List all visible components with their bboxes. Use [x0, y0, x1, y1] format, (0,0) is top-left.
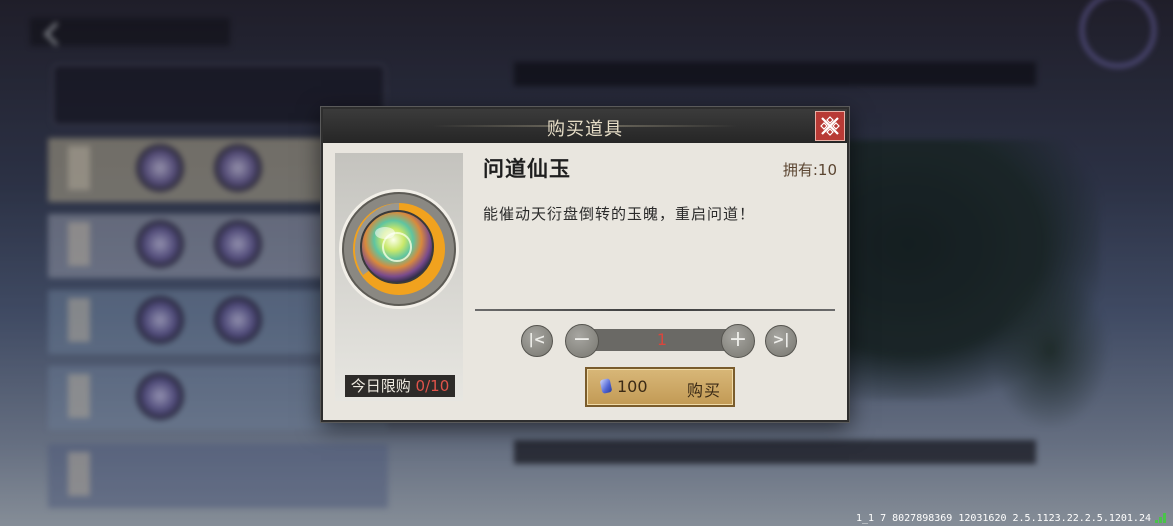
plus-icon: + [728, 327, 748, 352]
min-icon: |< [528, 332, 546, 348]
buy-price: 100 [617, 377, 648, 396]
minus-icon: − [572, 327, 592, 352]
purchase-dialog: 购买道具 今日限购 0/10 问道仙玉 拥有:10 能催动天衍盘倒转的玉魄，重启… [321, 107, 849, 422]
increase-button[interactable]: + [721, 324, 755, 358]
signal-icon [1155, 513, 1167, 523]
item-name: 问道仙玉 [483, 157, 571, 181]
close-button[interactable] [815, 111, 845, 141]
decrease-button[interactable]: − [565, 324, 599, 358]
buy-button-label: 购买 [686, 381, 721, 400]
daily-limit-count: 0/10 [415, 377, 450, 395]
daily-limit-label: 今日限购 [350, 377, 411, 395]
dialog-title-bar: 购买道具 [323, 109, 847, 143]
build-info: 1_1 7 8027898369 12031620 2.5.1123.22.2.… [855, 513, 1151, 524]
buy-button[interactable]: 100 购买 [585, 367, 735, 407]
dialog-title: 购买道具 [547, 119, 623, 140]
divider [475, 309, 835, 311]
jade-orb-icon [339, 189, 459, 309]
max-quantity-button[interactable]: >| [765, 325, 797, 357]
item-preview-panel: 今日限购 0/10 [335, 153, 463, 401]
item-description: 能催动天衍盘倒转的玉魄，重启问道！ [483, 205, 756, 223]
quantity-stepper: 1 |< − + >| [521, 323, 797, 358]
max-icon: >| [772, 332, 790, 348]
close-icon [820, 116, 840, 136]
jade-gem-icon [599, 378, 613, 394]
min-quantity-button[interactable]: |< [521, 325, 553, 357]
owned-count: 拥有:10 [782, 161, 837, 179]
daily-limit-badge: 今日限购 0/10 [345, 375, 455, 397]
